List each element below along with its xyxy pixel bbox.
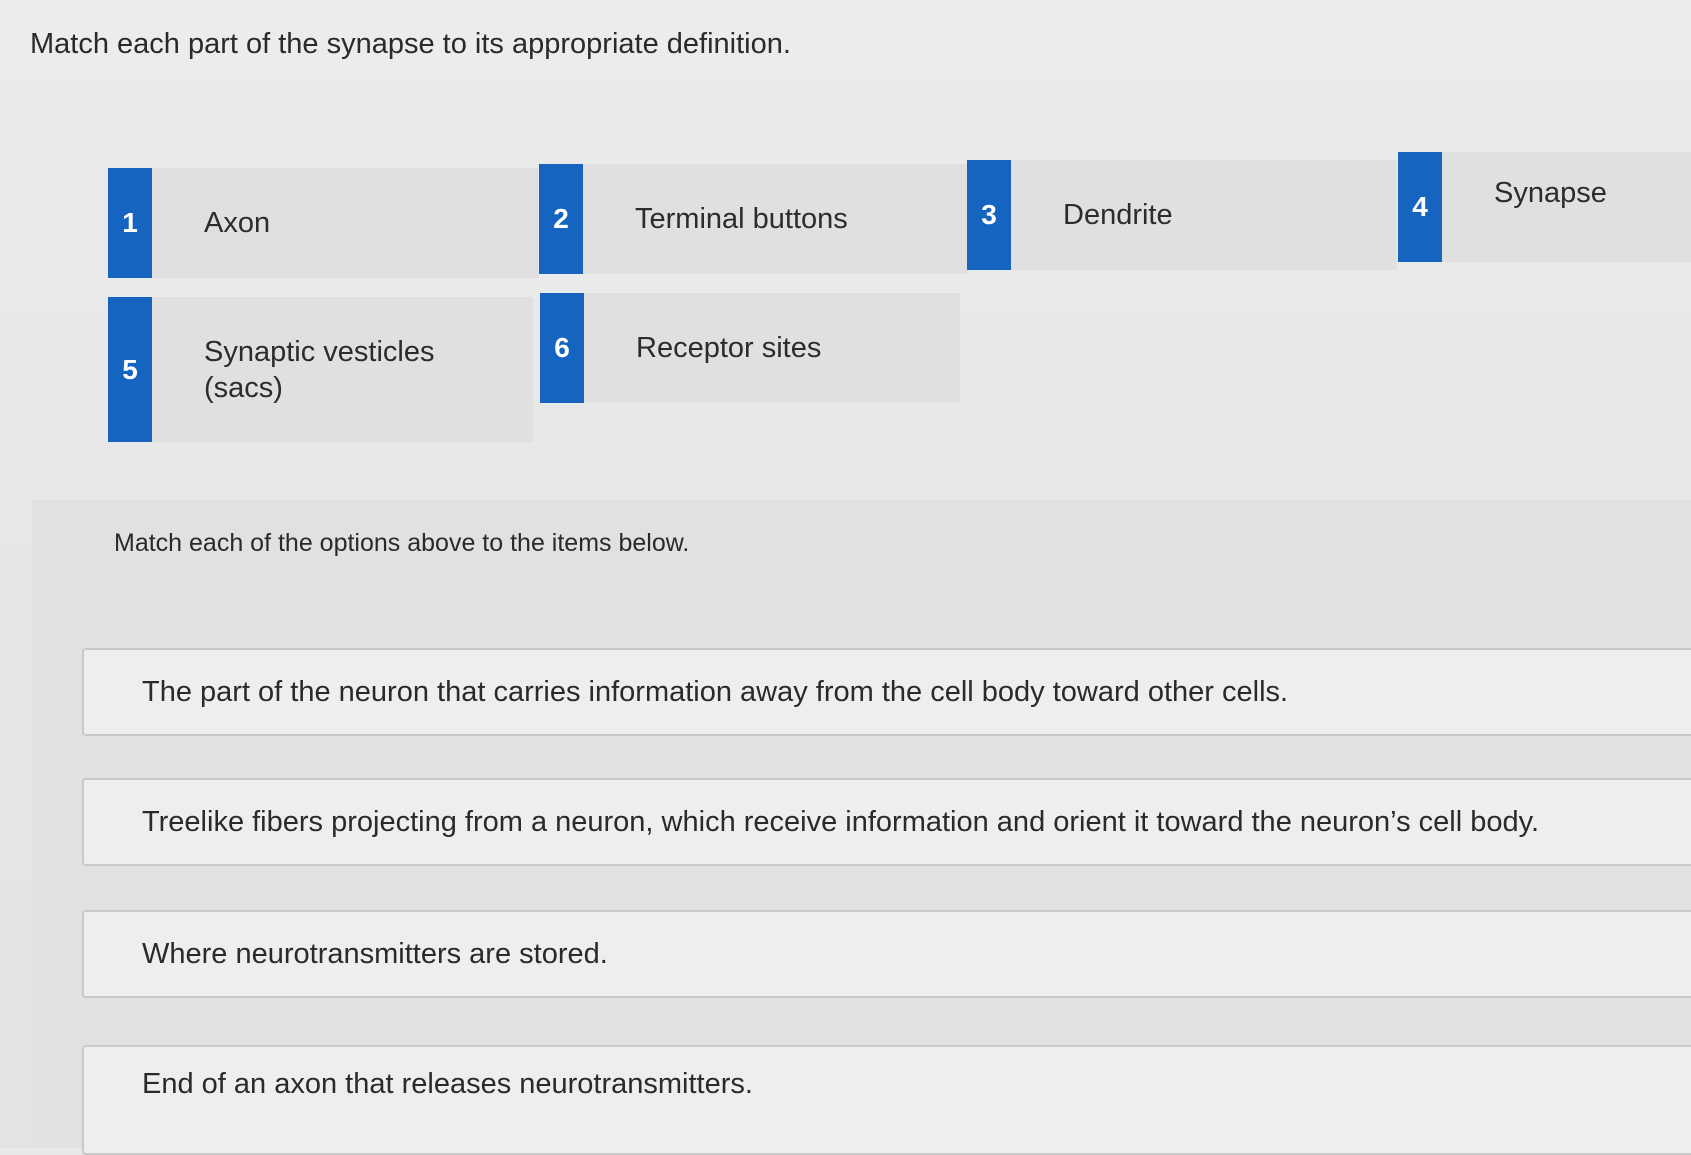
- question-prompt: Match each part of the synapse to its ap…: [30, 28, 791, 60]
- definition-text: The part of the neuron that carries info…: [142, 675, 1289, 708]
- option-synaptic-vesicles[interactable]: 5 Synaptic vesticles (sacs): [108, 297, 533, 442]
- matching-instruction: Match each of the options above to the i…: [114, 529, 690, 557]
- option-label: Dendrite: [1063, 199, 1173, 231]
- option-number-badge: 1: [108, 168, 152, 278]
- drop-zone-vesicles-definition[interactable]: Where neurotransmitters are stored.: [82, 910, 1691, 998]
- option-label: Axon: [204, 207, 271, 239]
- drop-zone-axon-definition[interactable]: The part of the neuron that carries info…: [82, 648, 1691, 736]
- option-number-badge: 5: [108, 297, 152, 442]
- option-axon[interactable]: 1 Axon: [108, 168, 538, 278]
- option-label: Terminal buttons: [635, 203, 848, 235]
- option-label: Synaptic vesticles (sacs): [204, 335, 435, 404]
- definition-text: End of an axon that releases neurotransm…: [142, 1067, 753, 1100]
- definition-text: Treelike fibers projecting from a neuron…: [142, 805, 1540, 838]
- option-label: Receptor sites: [636, 332, 822, 364]
- drop-zone-dendrite-definition[interactable]: Treelike fibers projecting from a neuron…: [82, 778, 1691, 866]
- drop-zone-terminal-buttons-definition[interactable]: End of an axon that releases neurotransm…: [82, 1045, 1691, 1155]
- option-terminal-buttons[interactable]: 2 Terminal buttons: [539, 164, 969, 274]
- option-number-badge: 6: [540, 293, 584, 403]
- option-number-badge: 4: [1398, 152, 1442, 262]
- option-receptor-sites[interactable]: 6 Receptor sites: [540, 293, 960, 403]
- option-dendrite[interactable]: 3 Dendrite: [967, 160, 1397, 270]
- option-synapse[interactable]: 4 Synapse: [1398, 152, 1691, 262]
- definition-text: Where neurotransmitters are stored.: [142, 937, 608, 970]
- option-number-badge: 2: [539, 164, 583, 274]
- option-label: Synapse: [1494, 177, 1607, 209]
- matching-panel: Match each of the options above to the i…: [32, 500, 1691, 1155]
- option-number-badge: 3: [967, 160, 1011, 270]
- question-page: Match each part of the synapse to its ap…: [0, 0, 1691, 1155]
